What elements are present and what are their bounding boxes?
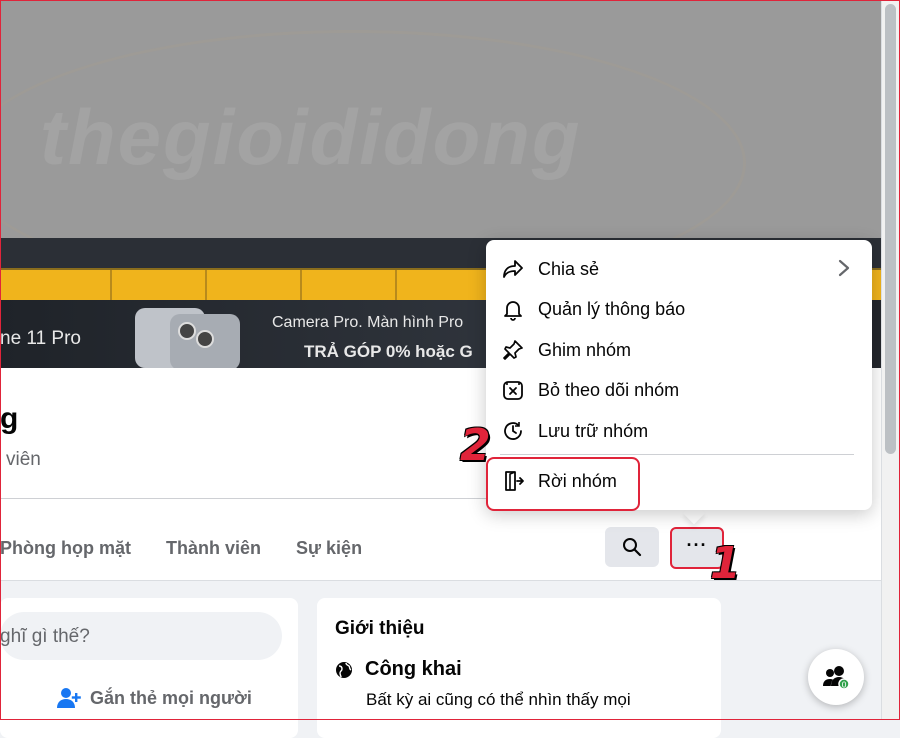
cover-promo-line2: TRẢ GÓP 0% hoặc G: [304, 342, 473, 361]
cover-watermark: thegioididong: [40, 93, 582, 181]
scrollbar[interactable]: [881, 0, 900, 720]
about-title: Giới thiệu: [335, 618, 425, 639]
step-1-annotation: 1: [710, 538, 741, 589]
tab-meetup-room[interactable]: Phòng họp mặt: [0, 538, 131, 559]
group-member-count: viên: [6, 449, 41, 470]
menu-divider: [500, 454, 854, 455]
tag-people-button[interactable]: Gắn thẻ mọi người: [56, 686, 252, 710]
menu-item-label: Rời nhóm: [538, 470, 617, 491]
tab-members[interactable]: Thành viên: [166, 538, 261, 559]
globe-icon: [336, 661, 352, 678]
tab-events[interactable]: Sự kiện: [296, 538, 362, 559]
tag-people-label: Gắn thẻ mọi người: [90, 687, 252, 708]
composer-placeholder: ghĩ gì thế?: [0, 626, 90, 647]
pin-icon: [500, 337, 526, 363]
cover-photo-top: thegioididong: [0, 0, 882, 238]
step-2-annotation: 2: [460, 420, 491, 471]
menu-item-label: Chia sẻ: [538, 258, 600, 279]
menu-item-label: Lưu trữ nhóm: [538, 420, 649, 441]
privacy-row: Công khai: [335, 658, 462, 681]
tag-people-icon: [57, 688, 81, 708]
more-dots-icon: ···: [686, 534, 708, 555]
menu-item-label: Ghim nhóm: [538, 339, 632, 360]
menu-item-leave-group[interactable]: Rời nhóm: [500, 463, 617, 499]
group-name: g: [0, 402, 19, 435]
archive-clock-icon: [500, 418, 526, 444]
menu-item-pin-group[interactable]: Ghim nhóm: [500, 332, 631, 368]
bell-icon: [500, 296, 526, 322]
members-chat-button[interactable]: 0: [808, 649, 864, 705]
menu-item-unfollow-group[interactable]: Bỏ theo dõi nhóm: [500, 372, 679, 408]
unfollow-icon: [500, 377, 526, 403]
menu-item-label: Quản lý thông báo: [538, 298, 686, 319]
chevron-right-icon: [836, 259, 852, 282]
privacy-label: Công khai: [365, 658, 462, 680]
search-button[interactable]: [605, 527, 659, 567]
menu-item-archive-group[interactable]: Lưu trữ nhóm: [500, 413, 648, 449]
phone-image: [170, 314, 240, 368]
menu-item-label: Bỏ theo dõi nhóm: [538, 379, 680, 400]
menu-item-manage-notifications[interactable]: Quản lý thông báo: [500, 291, 685, 327]
leave-icon: [500, 468, 526, 494]
online-count-badge: 0: [841, 681, 846, 690]
cover-promo-line1: Camera Pro. Màn hình Pro: [272, 314, 464, 331]
menu-item-share[interactable]: Chia sẻ: [500, 251, 599, 287]
privacy-description: Bất kỳ ai cũng có thể nhìn thấy mọi: [366, 690, 631, 709]
search-icon: [623, 538, 642, 557]
cover-model-text: ne 11 Pro: [0, 328, 81, 349]
people-icon: 0: [823, 666, 850, 690]
share-icon: [500, 256, 526, 282]
scrollbar-thumb[interactable]: [885, 4, 896, 454]
